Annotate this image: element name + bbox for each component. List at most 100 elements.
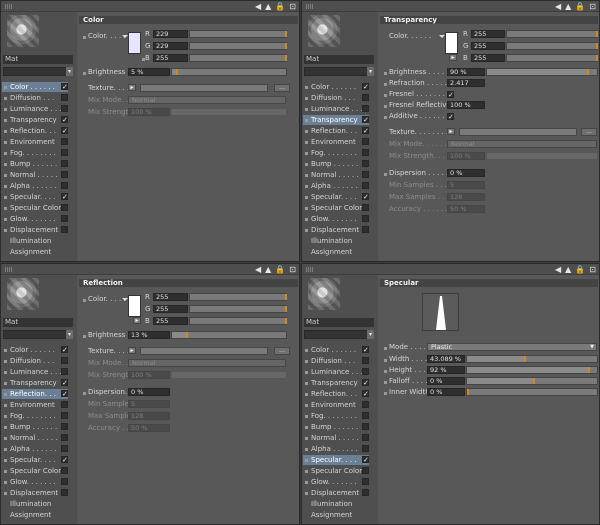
b-slider[interactable] (189, 54, 287, 62)
channel-item[interactable]: Assignment (2, 247, 68, 257)
material-selector[interactable]: ▾ (3, 330, 73, 339)
texture-field[interactable] (459, 128, 577, 136)
g-field[interactable]: 255 (153, 305, 188, 313)
r-field[interactable]: 255 (471, 30, 505, 38)
channel-checkbox[interactable] (362, 215, 369, 222)
material-name[interactable]: Mat (304, 318, 374, 327)
accuracy-field[interactable]: 50 % (447, 205, 485, 213)
channel-item[interactable]: Assignment (303, 510, 369, 520)
channel-item[interactable]: Specular Color (2, 203, 68, 213)
back-arrow-icon[interactable]: ◀ (255, 265, 261, 274)
g-field[interactable]: 255 (471, 42, 505, 50)
maxsamples-field[interactable]: 128 (128, 412, 170, 420)
channel-item[interactable]: Reflection. . . ✓ (303, 389, 369, 399)
channel-checkbox[interactable] (61, 445, 68, 452)
falloff-field[interactable]: 0 % (427, 377, 465, 385)
channel-checkbox[interactable] (362, 204, 369, 211)
channel-item[interactable]: Normal . . . . . (303, 170, 369, 180)
channel-item[interactable]: Environment (303, 400, 369, 410)
texture-button[interactable]: ▸ (447, 128, 455, 135)
channel-item[interactable]: Color . . . . . . ✓ (2, 82, 68, 92)
r-slider[interactable] (189, 293, 287, 301)
new-window-icon[interactable]: ⊡ (589, 2, 596, 11)
up-arrow-icon[interactable]: ▲ (265, 265, 271, 274)
channel-checkbox[interactable] (362, 182, 369, 189)
channel-checkbox[interactable] (362, 445, 369, 452)
channel-item[interactable]: Alpha . . . . . . (2, 181, 68, 191)
channel-item[interactable]: Environment (303, 137, 369, 147)
channel-item[interactable]: Fog. . . . . . . . (303, 411, 369, 421)
channel-item[interactable]: Displacement (2, 225, 68, 235)
channel-item[interactable]: Alpha . . . . . . (2, 444, 68, 454)
channel-checkbox[interactable] (362, 489, 369, 496)
additive-checkbox[interactable]: ✓ (447, 113, 454, 121)
channel-item[interactable]: Displacement (2, 488, 68, 498)
channel-item[interactable]: Bump . . . . . . (303, 159, 369, 169)
back-arrow-icon[interactable]: ◀ (555, 2, 561, 11)
brightness-slider[interactable] (171, 331, 287, 339)
texture-browse[interactable]: ... (274, 84, 290, 92)
fresnel-checkbox[interactable]: ✓ (447, 91, 454, 99)
material-selector[interactable]: ▾ (3, 67, 73, 76)
channel-item[interactable]: Fog. . . . . . . . (2, 411, 68, 421)
color-swatch[interactable] (128, 295, 141, 317)
channel-checkbox[interactable] (362, 412, 369, 419)
channel-checkbox[interactable] (61, 412, 68, 419)
channel-item[interactable]: Normal . . . . . (2, 170, 68, 180)
channel-checkbox[interactable] (362, 434, 369, 441)
dropdown-arrow-icon[interactable]: ▾ (66, 330, 73, 339)
channel-checkbox[interactable]: ✓ (61, 346, 68, 354)
channel-checkbox[interactable]: ✓ (362, 83, 369, 91)
channel-checkbox[interactable] (362, 149, 369, 156)
material-name[interactable]: Mat (3, 55, 73, 64)
channel-checkbox[interactable] (61, 401, 68, 408)
texture-field[interactable] (140, 84, 268, 92)
channel-checkbox[interactable] (362, 138, 369, 145)
innerwidth-field[interactable]: 0 % (427, 388, 465, 396)
channel-item[interactable]: Color . . . . . . ✓ (303, 345, 369, 355)
texture-field[interactable] (140, 347, 268, 355)
channel-checkbox[interactable] (362, 401, 369, 408)
channel-checkbox[interactable] (362, 368, 369, 375)
material-preview[interactable] (308, 278, 340, 310)
texture-button[interactable]: ▸ (128, 84, 136, 91)
channel-item[interactable]: Transparency ✓ (303, 115, 369, 125)
grip-icon[interactable] (5, 4, 12, 9)
channel-item[interactable]: Luminance . . . (2, 367, 68, 377)
material-selector[interactable]: ▾ (304, 67, 374, 76)
g-field[interactable]: 229 (153, 42, 188, 50)
b-field[interactable]: 255 (471, 54, 505, 62)
channel-checkbox[interactable] (61, 489, 68, 496)
b-toggle-button[interactable]: ▸ (449, 54, 457, 61)
channel-checkbox[interactable] (61, 105, 68, 112)
channel-item[interactable]: Assignment (2, 510, 68, 520)
lock-icon[interactable]: 🔒 (575, 265, 585, 274)
channel-checkbox[interactable]: ✓ (61, 193, 68, 201)
channel-checkbox[interactable] (362, 105, 369, 112)
color-swatch[interactable] (128, 32, 141, 54)
channel-item[interactable]: Specular. . . . ✓ (2, 455, 68, 465)
channel-item[interactable]: Luminance . . . (2, 104, 68, 114)
channel-item[interactable]: Alpha . . . . . . (303, 444, 369, 454)
channel-item[interactable]: Reflection. . . ✓ (2, 126, 68, 136)
channel-item[interactable]: Specular Color (303, 203, 369, 213)
channel-item[interactable]: Diffusion . . . (2, 93, 68, 103)
dispersion-field[interactable]: 0 % (447, 169, 485, 177)
channel-checkbox[interactable] (61, 226, 68, 233)
brightness-field[interactable]: 5 % (128, 68, 170, 76)
mixstrength-slider[interactable] (171, 108, 287, 116)
mixstrength-slider[interactable] (171, 371, 287, 379)
channel-item[interactable]: Diffusion . . . (2, 356, 68, 366)
material-preview[interactable] (308, 15, 340, 47)
channel-checkbox[interactable] (61, 434, 68, 441)
color-swatch[interactable] (445, 32, 458, 54)
grip-icon[interactable] (306, 4, 313, 9)
channel-checkbox[interactable] (61, 467, 68, 474)
channel-item[interactable]: Transparency ✓ (2, 378, 68, 388)
channel-checkbox[interactable]: ✓ (362, 379, 369, 387)
channel-checkbox[interactable] (61, 138, 68, 145)
channel-checkbox[interactable]: ✓ (61, 456, 68, 464)
channel-checkbox[interactable] (61, 423, 68, 430)
channel-item[interactable]: Color . . . . . . ✓ (303, 82, 369, 92)
g-slider[interactable] (506, 42, 598, 50)
